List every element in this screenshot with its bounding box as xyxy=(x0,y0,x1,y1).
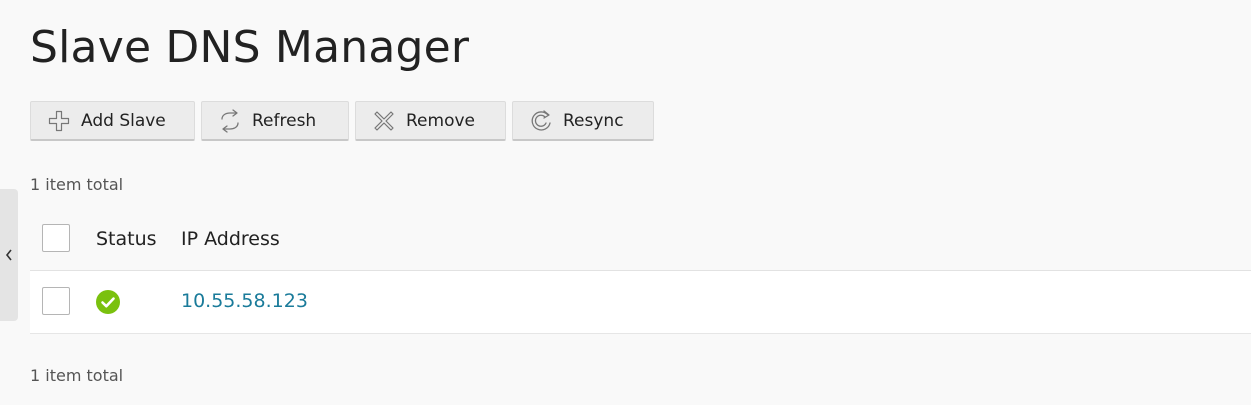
chevron-left-icon xyxy=(5,249,12,261)
refresh-icon xyxy=(218,108,242,133)
add-slave-label: Add Slave xyxy=(81,110,166,131)
status-ok-icon xyxy=(96,290,120,314)
remove-button[interactable]: Remove xyxy=(355,101,506,141)
refresh-button[interactable]: Refresh xyxy=(201,101,349,141)
refresh-label: Refresh xyxy=(252,110,317,131)
column-header-status[interactable]: Status xyxy=(96,228,157,250)
plus-icon xyxy=(47,109,71,133)
ip-address-link[interactable]: 10.55.58.123 xyxy=(181,290,308,312)
sidebar-collapse-toggle[interactable] xyxy=(0,189,18,321)
remove-icon xyxy=(372,109,396,133)
table-row: 10.55.58.123 xyxy=(30,271,1251,334)
resync-label: Resync xyxy=(563,110,624,131)
column-header-ip-address[interactable]: IP Address xyxy=(181,228,280,250)
item-count-top: 1 item total xyxy=(30,175,124,194)
row-select-checkbox[interactable] xyxy=(42,287,70,315)
resync-button[interactable]: Resync xyxy=(512,101,654,141)
page-title: Slave DNS Manager xyxy=(30,22,470,73)
resync-icon xyxy=(529,109,553,133)
remove-label: Remove xyxy=(406,110,475,131)
select-all-checkbox[interactable] xyxy=(42,224,70,252)
item-count-bottom: 1 item total xyxy=(30,366,124,385)
add-slave-button[interactable]: Add Slave xyxy=(30,101,195,141)
list-header: Status IP Address xyxy=(30,208,1251,272)
